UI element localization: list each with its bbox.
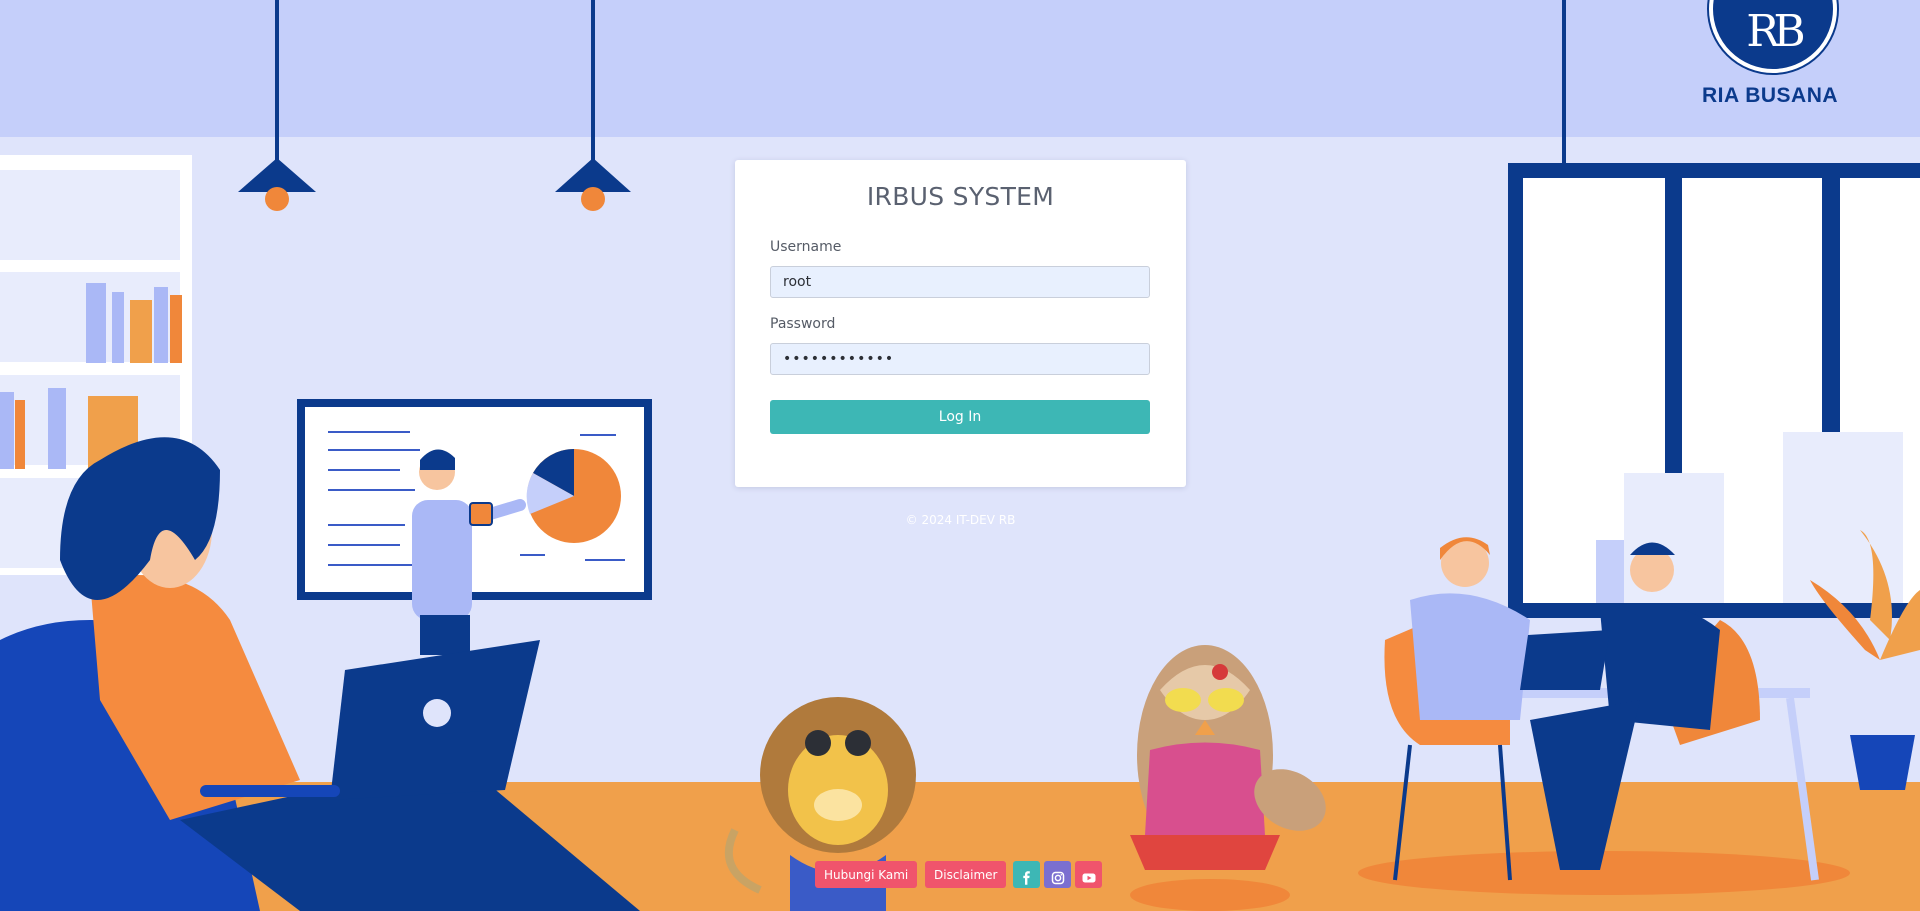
whiteboard [297, 399, 652, 600]
brand-logo: RB RIA BUSANA [1690, 0, 1850, 110]
brand-monogram: RB [1746, 6, 1805, 57]
username-input[interactable] [770, 266, 1150, 298]
copyright-text: © 2024 IT-DEV RB [905, 513, 1016, 527]
password-label: Password [770, 316, 836, 332]
instagram-button[interactable] [1044, 861, 1071, 888]
facebook-icon [1013, 870, 1040, 885]
username-label: Username [770, 239, 842, 255]
youtube-icon [1075, 871, 1102, 885]
instagram-icon [1044, 871, 1071, 885]
login-button[interactable]: Log In [770, 400, 1150, 434]
youtube-button[interactable] [1075, 861, 1102, 888]
facebook-button[interactable] [1013, 861, 1040, 888]
password-input[interactable] [770, 343, 1150, 375]
contact-us-button[interactable]: Hubungi Kami [815, 861, 918, 888]
disclaimer-button[interactable]: Disclaimer [925, 861, 1007, 888]
brand-monogram-icon: RB [1709, 0, 1837, 73]
login-form: IRBUS SYSTEM Username Password Log In [735, 160, 1186, 487]
login-title: IRBUS SYSTEM [866, 182, 1055, 211]
brand-name: RIA BUSANA [1701, 84, 1839, 107]
login-page: RB RIA BUSANA IRBUS SYSTEM Username Pass… [0, 0, 1920, 911]
window [1508, 163, 1920, 618]
